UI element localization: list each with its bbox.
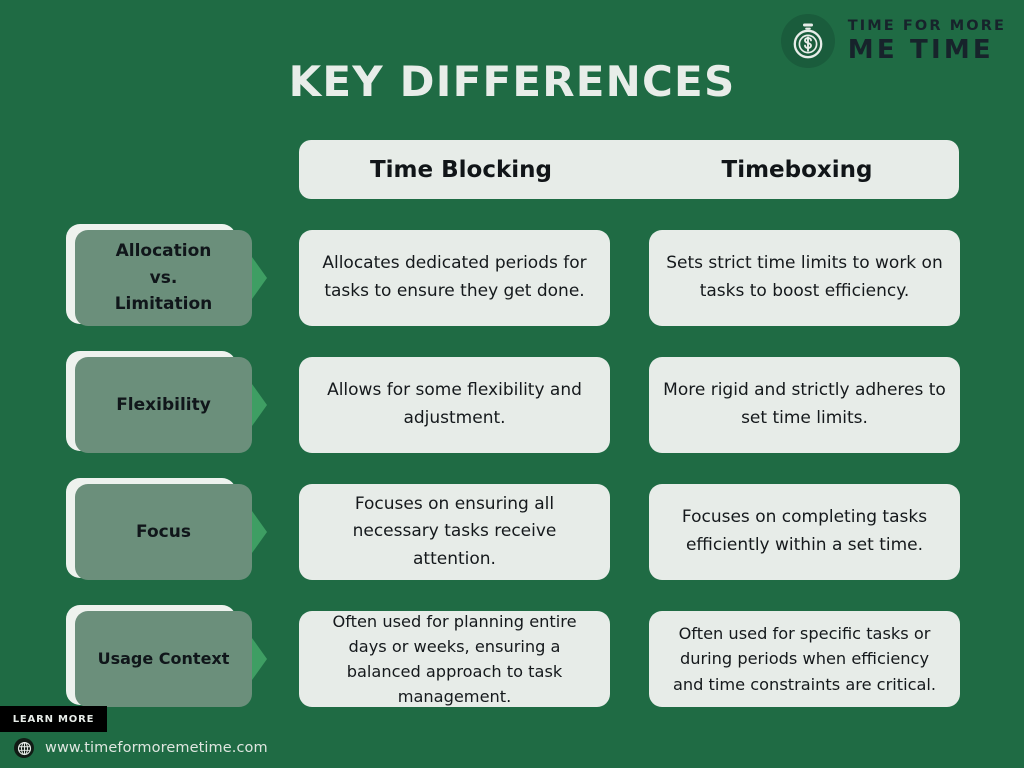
cell-text: Sets strict time limits to work on tasks… — [666, 253, 943, 301]
page-title: KEY DIFFERENCES — [288, 57, 736, 106]
comparison-table-header: Time Blocking Timeboxing — [299, 140, 959, 199]
cell-text: Often used for specific tasks or during … — [672, 624, 937, 694]
cell-timeboxing: Often used for specific tasks or during … — [649, 611, 960, 707]
row-label-cell: Focus — [66, 478, 267, 580]
cell-timeboxing: Sets strict time limits to work on tasks… — [649, 230, 960, 326]
row-label-box: Usage Context — [75, 611, 252, 707]
website-line[interactable]: www.timeformoremetime.com — [14, 738, 268, 758]
cell-timeboxing: Focuses on completing tasks efficiently … — [649, 484, 960, 580]
row-label-line: Limitation — [114, 294, 213, 315]
cell-text: More rigid and strictly adheres to set t… — [663, 380, 946, 428]
website-url: www.timeformoremetime.com — [45, 740, 268, 756]
row-label-line: vs. — [149, 267, 178, 288]
cell-timeboxing: More rigid and strictly adheres to set t… — [649, 357, 960, 453]
column-header-timeboxing: Timeboxing — [721, 156, 873, 183]
row-label-text: Focus — [136, 521, 191, 542]
cell-time-blocking: Focuses on ensuring all necessary tasks … — [299, 484, 610, 580]
row-label-box: Flexibility — [75, 357, 252, 453]
row-label-line: Allocation — [115, 241, 212, 262]
row-label-text: Allocation vs. Limitation — [115, 238, 213, 317]
cell-text: Focuses on ensuring all necessary tasks … — [352, 493, 557, 569]
row-label-cell: Flexibility — [66, 351, 267, 453]
brand-tagline: TIME FOR MORE — [847, 18, 1006, 35]
row-label-cell: Allocation vs. Limitation — [66, 224, 267, 326]
row-label-cell: Usage Context — [66, 605, 267, 707]
row-label-box: Allocation vs. Limitation — [75, 230, 252, 326]
table-row: Focus Focuses on ensuring all necessary … — [0, 478, 1024, 580]
column-header-time-blocking: Time Blocking — [369, 156, 552, 183]
table-row: Flexibility Allows for some flexibility … — [0, 351, 1024, 453]
cell-text: Focuses on completing tasks efficiently … — [681, 507, 928, 555]
row-label-text: Flexibility — [116, 394, 211, 415]
cell-time-blocking: Allocates dedicated periods for tasks to… — [299, 230, 610, 326]
row-label-box: Focus — [75, 484, 252, 580]
cell-time-blocking: Often used for planning entire days or w… — [299, 611, 610, 707]
table-row: Usage Context Often used for planning en… — [0, 605, 1024, 707]
cell-text: Allocates dedicated periods for tasks to… — [322, 253, 587, 301]
cell-time-blocking: Allows for some flexibility and adjustme… — [299, 357, 610, 453]
table-row: Allocation vs. Limitation Allocates dedi… — [0, 224, 1024, 326]
learn-more-button[interactable]: LEARN MORE — [0, 706, 107, 732]
row-label-text: Usage Context — [97, 648, 230, 668]
cell-text: Often used for planning entire days or w… — [332, 611, 577, 707]
cell-text: Allows for some flexibility and adjustme… — [327, 380, 582, 428]
globe-icon — [14, 738, 34, 758]
